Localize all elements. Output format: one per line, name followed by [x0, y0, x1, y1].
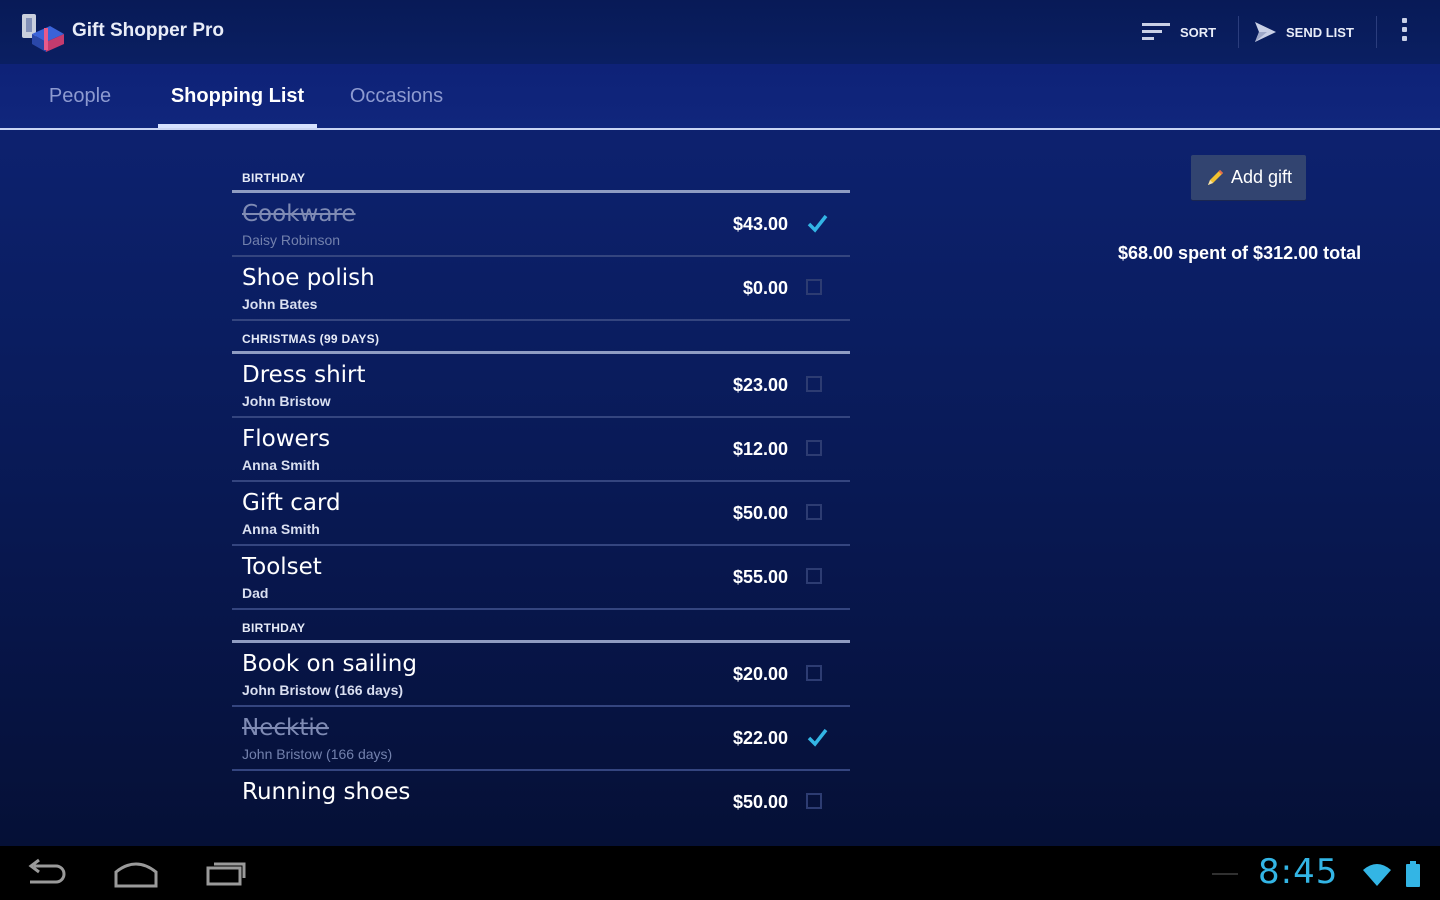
gift-name: Cookware [242, 201, 356, 227]
section-header: BIRTHDAY [232, 610, 850, 643]
gift-price: $55.00 [732, 567, 788, 587]
app-window: Gift Shopper Pro SORT SEND LIST People S… [0, 0, 1440, 846]
gift-name: Running shoes [242, 779, 411, 805]
list-item[interactable]: Toolset Dad $55.00 [232, 546, 850, 610]
gift-recipient: John Bristow (166 days) [242, 682, 404, 698]
purchased-checkbox[interactable] [806, 279, 822, 295]
list-item[interactable]: Necktie John Bristow (166 days) $22.00 [232, 707, 850, 771]
gift-price: $23.00 [732, 375, 788, 395]
home-icon[interactable] [110, 856, 162, 890]
list-item[interactable]: Running shoes $50.00 [232, 771, 850, 826]
send-icon [1255, 22, 1276, 42]
gift-price: $50.00 [732, 503, 788, 523]
purchased-checkbox[interactable] [806, 504, 822, 520]
checkmark-icon [807, 728, 828, 747]
gift-recipient: Dad [242, 585, 269, 601]
wifi-icon [1362, 862, 1392, 888]
action-divider [1376, 16, 1377, 48]
sort-icon [1142, 23, 1170, 40]
gift-name: Flowers [242, 426, 331, 452]
status-clock: 8:45 [1258, 852, 1339, 892]
gift-name: Necktie [242, 715, 329, 741]
add-gift-label: Add gift [1230, 167, 1293, 187]
purchased-checkbox[interactable] [806, 440, 822, 456]
action-divider [1238, 16, 1239, 48]
app-title: Gift Shopper Pro [72, 20, 224, 41]
notification-divider [1212, 873, 1238, 875]
gift-name: Gift card [242, 490, 341, 516]
shopping-list[interactable]: BIRTHDAY Cookware Daisy Robinson $43.00 … [232, 160, 850, 826]
purchased-checkbox[interactable] [806, 728, 828, 747]
action-bar: Gift Shopper Pro SORT SEND LIST [0, 0, 1440, 64]
overflow-menu-icon[interactable] [1392, 14, 1416, 50]
list-item[interactable]: Book on sailing John Bristow (166 days) … [232, 643, 850, 707]
send-list-button[interactable]: SEND LIST [1252, 14, 1354, 50]
gift-price: $50.00 [732, 792, 788, 812]
list-item[interactable]: Dress shirt John Bristow $23.00 [232, 354, 850, 418]
gift-price: $0.00 [742, 278, 788, 298]
app-logo-icon[interactable] [20, 12, 66, 54]
add-gift-button[interactable]: Add gift [1191, 155, 1306, 200]
back-icon[interactable] [20, 856, 72, 890]
gift-recipient: John Bristow (166 days) [242, 746, 393, 762]
section-header: CHRISTMAS (99 DAYS) [232, 321, 850, 354]
send-list-label: SEND LIST [1286, 24, 1354, 40]
gift-price: $12.00 [732, 439, 788, 459]
tab-bar: People Shopping List Occasions [0, 64, 1440, 130]
tab-occasions[interactable]: Occasions [333, 64, 460, 128]
gift-name: Toolset [242, 554, 322, 580]
gift-price: $22.00 [732, 728, 788, 748]
purchased-checkbox[interactable] [806, 568, 822, 584]
section-header: BIRTHDAY [232, 160, 850, 193]
purchased-checkbox[interactable] [806, 376, 822, 392]
gift-name: Book on sailing [242, 651, 417, 677]
battery-icon [1406, 861, 1420, 887]
gift-recipient: Anna Smith [242, 521, 320, 537]
gift-name: Shoe polish [242, 265, 375, 291]
tab-shopping-list[interactable]: Shopping List [158, 64, 317, 128]
tab-people[interactable]: People [30, 64, 130, 128]
gift-recipient: Daisy Robinson [242, 232, 341, 248]
gift-recipient: Anna Smith [242, 457, 320, 473]
spending-summary: $68.00 spent of $312.00 total [1118, 243, 1362, 263]
list-item[interactable]: Gift card Anna Smith $50.00 [232, 482, 850, 546]
gift-price: $43.00 [732, 214, 788, 234]
list-item[interactable]: Cookware Daisy Robinson $43.00 [232, 193, 850, 257]
gift-recipient: John Bristow [242, 393, 331, 409]
sort-label: SORT [1180, 24, 1217, 40]
gift-name: Dress shirt [242, 362, 366, 388]
list-item[interactable]: Shoe polish John Bates $0.00 [232, 257, 850, 321]
recent-apps-icon[interactable] [200, 856, 252, 890]
gift-recipient: John Bates [242, 296, 318, 312]
purchased-checkbox[interactable] [806, 793, 822, 809]
purchased-checkbox[interactable] [806, 665, 822, 681]
list-item[interactable]: Flowers Anna Smith $12.00 [232, 418, 850, 482]
pencil-icon [1207, 169, 1223, 185]
checkmark-icon [807, 214, 828, 233]
purchased-checkbox[interactable] [806, 214, 828, 233]
gift-price: $20.00 [732, 664, 788, 684]
sort-button[interactable]: SORT [1140, 14, 1216, 50]
